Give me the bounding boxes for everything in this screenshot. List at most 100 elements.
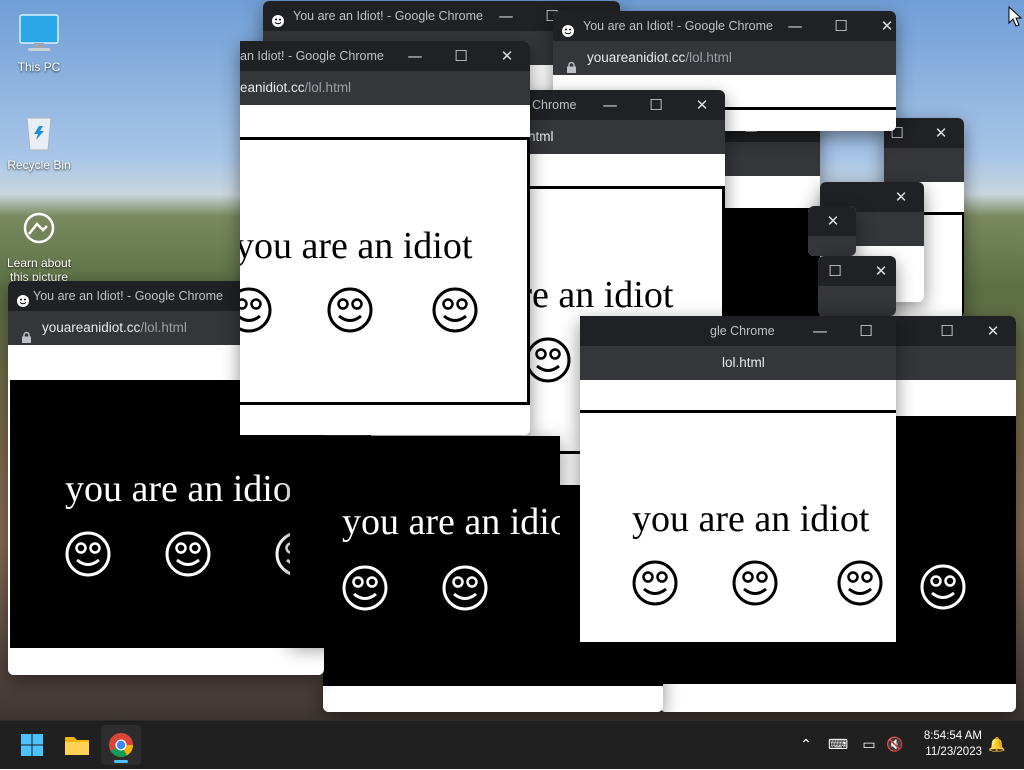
title-bar[interactable]: ✕ bbox=[808, 206, 856, 236]
title-bar[interactable]: gle Chrome — ☐ bbox=[580, 316, 896, 346]
message-box: you are an idiot bbox=[580, 410, 896, 642]
popup-window[interactable]: ✕ bbox=[808, 206, 856, 256]
title-bar[interactable]: ☐ ✕ bbox=[818, 256, 896, 286]
smiley-face-icon bbox=[731, 559, 779, 607]
url-text[interactable]: eanidiot.cc/lol.html bbox=[240, 71, 351, 105]
url-domain: youareanidiot.cc bbox=[42, 320, 141, 335]
clock-date: 11/23/2023 bbox=[925, 746, 982, 758]
smiley-face-icon bbox=[631, 559, 679, 607]
smiley-face-icon bbox=[431, 286, 479, 334]
smiley-favicon-icon bbox=[16, 289, 30, 307]
title-bar[interactable]: You are an Idiot! - Google Chrome — ☐ ✕ bbox=[553, 11, 896, 41]
close-button[interactable]: ✕ bbox=[970, 316, 1016, 346]
maximize-button[interactable]: ☐ bbox=[818, 11, 864, 41]
popup-window[interactable]: gle Chrome — ☐ lol.html you are an idiot bbox=[580, 316, 896, 642]
close-button[interactable]: ✕ bbox=[858, 256, 896, 286]
desktop-icon-learn-about-picture[interactable]: Learn about this picture bbox=[0, 208, 78, 284]
recycle-bin-icon bbox=[17, 110, 61, 154]
window-title: gle Chrome bbox=[710, 324, 775, 338]
network-icon[interactable]: ▭ bbox=[858, 733, 880, 755]
address-bar[interactable] bbox=[818, 286, 896, 316]
close-button[interactable]: ✕ bbox=[878, 182, 924, 212]
volume-muted-icon[interactable]: 🔇 bbox=[884, 733, 906, 755]
maximize-button[interactable]: ☐ bbox=[843, 316, 889, 346]
smiley-face-icon bbox=[836, 559, 884, 607]
smiley-face-icon bbox=[326, 286, 374, 334]
google-chrome-button[interactable] bbox=[101, 725, 141, 765]
notification-bell-icon[interactable]: 🔔 bbox=[986, 733, 1008, 755]
minimize-button[interactable]: — bbox=[797, 316, 843, 346]
chevron-up-icon[interactable]: ⌃ bbox=[795, 733, 817, 755]
address-bar[interactable] bbox=[808, 236, 856, 256]
minimize-button[interactable]: — bbox=[772, 11, 818, 41]
monitor-icon bbox=[17, 12, 61, 56]
smiley-face-icon bbox=[524, 336, 572, 384]
system-clock[interactable]: 8:54:54 AM 11/23/2023 bbox=[924, 728, 982, 760]
title-bar[interactable]: an Idiot! - Google Chrome — ☐ ✕ bbox=[240, 41, 530, 71]
smiley-favicon-icon bbox=[561, 19, 575, 37]
smiley-face-icon bbox=[240, 286, 273, 334]
minimize-button[interactable]: — bbox=[392, 41, 438, 71]
page-content: you are an idiot bbox=[240, 105, 530, 435]
start-button[interactable] bbox=[12, 725, 52, 765]
window-title: You are an Idiot! - Google Chrome bbox=[293, 9, 483, 23]
maximize-button[interactable]: ☐ bbox=[818, 256, 858, 286]
message-text: you are an idiot bbox=[342, 501, 560, 543]
message-text: you are an idiot bbox=[632, 498, 870, 540]
window-title: an Idiot! - Google Chrome bbox=[240, 49, 384, 63]
close-button[interactable]: ✕ bbox=[864, 11, 896, 41]
close-button[interactable]: ✕ bbox=[810, 206, 856, 236]
close-button[interactable]: ✕ bbox=[679, 90, 725, 120]
url-path: /lol.html bbox=[685, 50, 732, 65]
file-explorer-button[interactable] bbox=[57, 725, 97, 765]
smiley-face-icon bbox=[341, 564, 389, 612]
url-text[interactable]: youareanidiot.cc/lol.html bbox=[42, 311, 187, 345]
window-title: Chrome bbox=[532, 98, 577, 112]
url-text[interactable]: youareanidiot.cc/lol.html bbox=[587, 41, 732, 75]
smiley-face-icon bbox=[64, 530, 112, 578]
desktop-icon-this-pc[interactable]: This PC bbox=[0, 12, 78, 74]
windows-icon bbox=[21, 734, 43, 756]
message-text: you are an idiot bbox=[65, 468, 303, 510]
popup-window[interactable]: you are an idiot bbox=[290, 436, 560, 642]
taskbar: ⌃ ⌨ ▭ 🔇 8:54:54 AM 11/23/2023 🔔 bbox=[0, 720, 1024, 769]
close-button[interactable]: ✕ bbox=[484, 41, 530, 71]
lock-icon bbox=[567, 52, 576, 73]
maximize-button[interactable]: ☐ bbox=[924, 316, 970, 346]
window-title: You are an Idiot! - Google Chrome bbox=[583, 19, 773, 33]
url-domain: youareanidiot.cc bbox=[587, 50, 686, 65]
url-text[interactable]: html bbox=[528, 120, 554, 154]
title-bar[interactable]: ☐ ✕ bbox=[884, 118, 964, 148]
minimize-button[interactable]: — bbox=[587, 90, 633, 120]
chrome-icon bbox=[109, 733, 133, 758]
keyboard-icon[interactable]: ⌨ bbox=[827, 733, 849, 755]
close-button[interactable]: ✕ bbox=[918, 118, 964, 148]
smiley-face-icon bbox=[919, 563, 967, 611]
address-bar[interactable] bbox=[884, 148, 964, 182]
smiley-face-icon bbox=[441, 564, 489, 612]
smiley-face-icon bbox=[164, 530, 212, 578]
page-content: you are an idiot bbox=[290, 436, 560, 642]
clock-time: 8:54:54 AM bbox=[923, 730, 982, 742]
smiley-favicon-icon bbox=[271, 9, 285, 27]
mouse-cursor-icon bbox=[1008, 5, 1024, 28]
page-content: you are an idiot bbox=[580, 380, 896, 642]
maximize-button[interactable]: ☐ bbox=[633, 90, 679, 120]
camera-info-icon bbox=[17, 208, 61, 252]
message-text: you are an idiot bbox=[240, 225, 473, 267]
popup-window[interactable]: ☐ ✕ bbox=[818, 256, 896, 316]
minimize-button[interactable]: — bbox=[483, 1, 529, 31]
desktop-icon-label: This PC bbox=[17, 60, 61, 74]
lock-icon bbox=[22, 322, 31, 343]
maximize-button[interactable]: ☐ bbox=[438, 41, 484, 71]
url-text[interactable]: lol.html bbox=[722, 346, 765, 380]
address-bar[interactable]: eanidiot.cc/lol.html bbox=[240, 71, 530, 105]
desktop-icon-recycle-bin[interactable]: Recycle Bin bbox=[0, 110, 78, 172]
address-bar[interactable]: lol.html bbox=[580, 346, 896, 380]
message-box: you are an idiot bbox=[240, 137, 530, 405]
address-bar[interactable]: youareanidiot.cc/lol.html bbox=[553, 41, 896, 75]
desktop-icon-label: Recycle Bin bbox=[7, 158, 71, 172]
url-path: /lol.html bbox=[140, 320, 187, 335]
popup-window[interactable]: an Idiot! - Google Chrome — ☐ ✕ eanidiot… bbox=[240, 41, 530, 435]
window-title: You are an Idiot! - Google Chrome bbox=[33, 289, 223, 303]
